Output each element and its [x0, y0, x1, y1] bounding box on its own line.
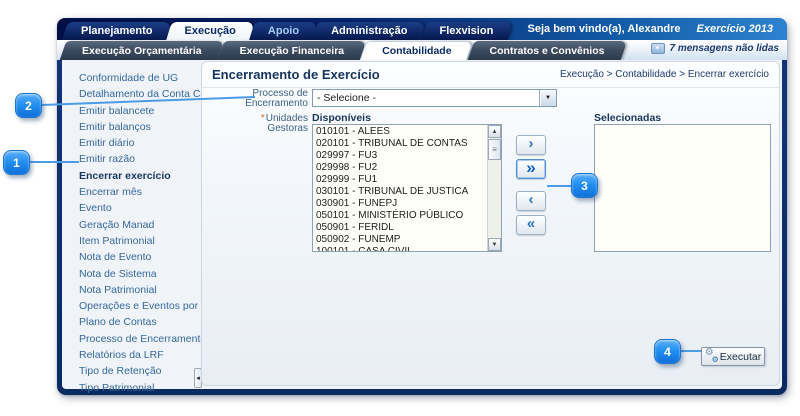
- sub-nav-tabs: Execução Orçamentária Execução Financeir…: [63, 41, 623, 60]
- move-all-left-button[interactable]: «: [516, 215, 546, 235]
- exercise-year: Exercício 2013: [697, 23, 773, 35]
- selected-list-header: Selecionadas: [594, 112, 661, 124]
- available-scrollbar[interactable]: ▲ ≡ ▼: [487, 125, 501, 251]
- callout-bubble-4: 4: [654, 339, 681, 364]
- content-panel: Encerramento de Exercício Execução > Con…: [201, 61, 780, 386]
- tab-contabilidade[interactable]: Contabilidade: [363, 41, 470, 60]
- double-chevron-left-icon: «: [527, 216, 535, 231]
- scrollbar-thumb[interactable]: ≡: [488, 139, 501, 160]
- sidebar-item-geracao-manad[interactable]: Geração Manad: [79, 217, 201, 233]
- executar-button[interactable]: ⚙ ⚙ Executar: [701, 347, 765, 366]
- ug-option[interactable]: 100101 - CASA CIVIL: [313, 246, 486, 251]
- tab-execucao-orcamentaria[interactable]: Execução Orçamentária: [63, 41, 221, 60]
- ug-option[interactable]: 050901 - FERIDL: [313, 222, 486, 234]
- welcome-message: Seja bem vindo(a), Alexandre: [528, 23, 681, 35]
- ug-option[interactable]: 050902 - FUNEMP: [313, 234, 486, 246]
- chevron-right-icon: ›: [529, 136, 534, 151]
- tab-apoio[interactable]: Apoio: [252, 22, 315, 40]
- ug-option[interactable]: 029999 - FU1: [313, 174, 486, 186]
- tab-execucao-financeira[interactable]: Execução Financeira: [221, 41, 363, 60]
- ug-option[interactable]: 010101 - ALEES: [313, 126, 486, 138]
- move-left-button[interactable]: ‹: [516, 191, 546, 211]
- chevron-down-icon[interactable]: ▼: [539, 90, 556, 106]
- sidebar-item-emitir-diario[interactable]: Emitir diário: [79, 135, 201, 151]
- tab-planejamento[interactable]: Planejamento: [65, 22, 169, 40]
- process-label: Processo de Encerramento: [222, 89, 308, 109]
- top-nav-tabs: Planejamento Execução Apoio Administraçã…: [65, 22, 509, 40]
- ug-option[interactable]: 029997 - FU3: [313, 150, 486, 162]
- required-marker: *: [261, 113, 265, 124]
- breadcrumb[interactable]: Execução > Contabilidade > Encerrar exer…: [560, 69, 769, 80]
- ug-option[interactable]: 050101 - MINISTÉRIO PÚBLICO: [313, 210, 486, 222]
- collapse-left-icon: ◂: [196, 374, 200, 382]
- scroll-down-icon[interactable]: ▼: [488, 238, 501, 251]
- chevron-left-icon: ‹: [529, 192, 534, 207]
- ug-option[interactable]: 029998 - FU2: [313, 162, 486, 174]
- sidebar-item-nota-de-evento[interactable]: Nota de Evento: [79, 249, 201, 265]
- callout-bubble-2: 2: [15, 93, 42, 118]
- ug-option[interactable]: 020101 - TRIBUNAL DE CONTAS: [313, 138, 486, 150]
- sidebar-item-nota-de-sistema[interactable]: Nota de Sistema: [79, 266, 201, 282]
- sidebar-item-item-patrimonial[interactable]: Item Patrimonial: [79, 233, 201, 249]
- unread-messages-count: 7 mensagens não lidas: [670, 43, 780, 54]
- ug-option[interactable]: 030101 - TRIBUNAL DE JUSTICA: [313, 186, 486, 198]
- available-listbox[interactable]: 010101 - ALEES 020101 - TRIBUNAL DE CONT…: [312, 124, 502, 252]
- available-list-header: Disponíveis: [312, 112, 371, 124]
- envelope-icon: ▾: [651, 43, 665, 54]
- ug-option[interactable]: 030901 - FUNEPJ: [313, 198, 486, 210]
- tab-contratos-e-convenios[interactable]: Contratos e Convênios: [471, 41, 624, 60]
- sidebar-item-plano-de-contas[interactable]: Plano de Contas: [79, 314, 201, 330]
- messages-link[interactable]: ▾ 7 mensagens não lidas: [651, 43, 780, 54]
- move-right-button[interactable]: ›: [516, 135, 546, 155]
- callout-bubble-3: 3: [571, 173, 598, 198]
- sidebar-item-encerrar-mes[interactable]: Encerrar mês: [79, 184, 201, 200]
- panel-header: Encerramento de Exercício Execução > Con…: [202, 62, 779, 88]
- ug-label: *Unidades Gestoras: [222, 114, 308, 134]
- sidebar-item-relatorios-da-lrf[interactable]: Relatórios da LRF: [79, 347, 201, 363]
- sidebar-item-operacoes-e-eventos-por-conta[interactable]: Operações e Eventos por Conta: [79, 298, 201, 314]
- selected-listbox[interactable]: [594, 124, 771, 252]
- sidebar-item-encerrar-exercicio[interactable]: Encerrar exercício: [79, 168, 201, 184]
- sidebar-item-emitir-balancete[interactable]: Emitir balancete: [79, 103, 201, 119]
- double-chevron-right-icon: »: [526, 159, 535, 176]
- tab-execucao[interactable]: Execução: [169, 22, 252, 40]
- sub-nav-bar: Execução Orçamentária Execução Financeir…: [57, 40, 787, 60]
- sidebar-item-emitir-razao[interactable]: Emitir razão: [79, 151, 201, 167]
- sidebar-item-detalhamento-da-conta-contabil[interactable]: Detalhamento da Conta Contábil: [79, 86, 201, 102]
- sidebar-item-evento[interactable]: Evento: [79, 200, 201, 216]
- process-select-value: - Selecione -: [313, 90, 539, 106]
- scroll-up-icon[interactable]: ▲: [488, 125, 501, 138]
- sidebar-item-processo-de-encerramento[interactable]: Processo de Encerramento: [79, 331, 201, 347]
- sidebar-item-emitir-balancos[interactable]: Emitir balanços: [79, 119, 201, 135]
- sidebar-menu: Conformidade de UG Detalhamento da Conta…: [62, 64, 201, 389]
- top-nav-bar: Planejamento Execução Apoio Administraçã…: [57, 18, 787, 40]
- user-area: Seja bem vindo(a), Alexandre Exercício 2…: [528, 18, 773, 40]
- screen: Planejamento Execução Apoio Administraçã…: [0, 0, 800, 416]
- tab-flexvision[interactable]: Flexvision: [424, 22, 510, 40]
- available-items: 010101 - ALEES 020101 - TRIBUNAL DE CONT…: [313, 126, 486, 251]
- sidebar-item-conformidade-de-ug[interactable]: Conformidade de UG: [79, 70, 201, 86]
- app-window: Planejamento Execução Apoio Administraçã…: [57, 18, 787, 395]
- sidebar-item-nota-patrimonial[interactable]: Nota Patrimonial: [79, 282, 201, 298]
- sidebar-item-tipo-patrimonial[interactable]: Tipo Patrimonial: [79, 380, 201, 396]
- gears-icon: ⚙ ⚙: [705, 351, 717, 363]
- callout-bubble-1: 1: [3, 150, 30, 175]
- executar-button-label: Executar: [720, 351, 761, 363]
- sidebar-item-tipo-de-retencao[interactable]: Tipo de Retenção: [79, 363, 201, 379]
- tab-administracao[interactable]: Administração: [315, 22, 423, 40]
- page-title: Encerramento de Exercício: [212, 67, 380, 82]
- move-all-right-button[interactable]: »: [516, 159, 546, 179]
- process-select[interactable]: - Selecione - ▼: [312, 89, 557, 107]
